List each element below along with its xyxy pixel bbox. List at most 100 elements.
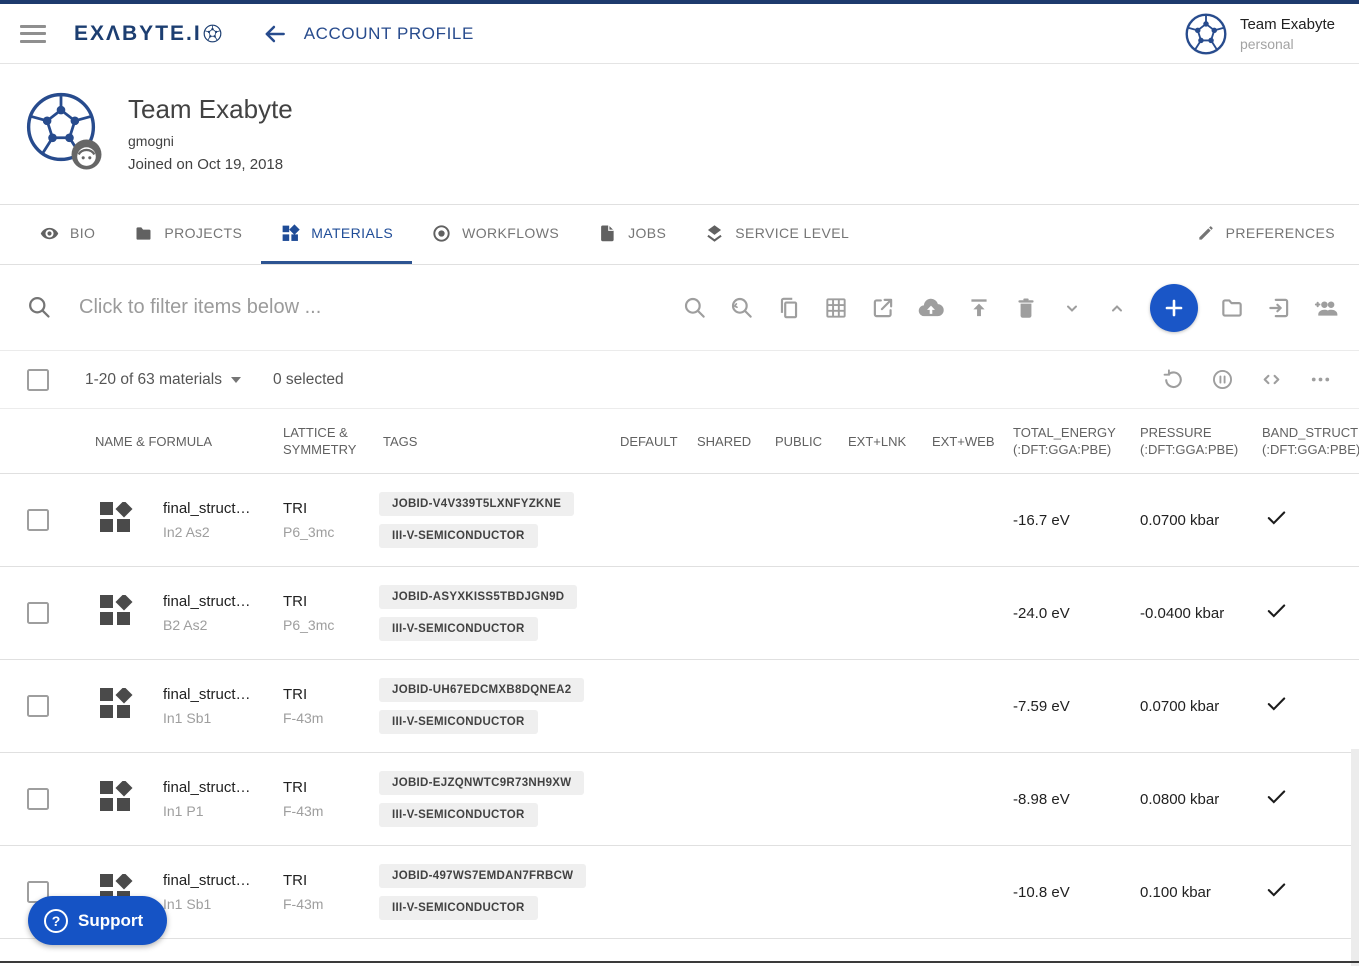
column-header-extlnk[interactable]: EXT+LNK: [846, 409, 930, 473]
pagination-dropdown[interactable]: 1-20 of 63 materials: [85, 371, 241, 389]
default-cell: [616, 660, 694, 752]
column-header-select[interactable]: [0, 409, 66, 473]
selection-bar: 1-20 of 63 materials 0 selected: [0, 351, 1359, 409]
add-button[interactable]: [1150, 283, 1198, 332]
column-header-shared[interactable]: SHARED: [694, 409, 772, 473]
copy-icon[interactable]: [776, 295, 802, 321]
material-icon-cell: [66, 660, 136, 752]
code-icon[interactable]: [1259, 367, 1284, 392]
lattice-type: TRI: [283, 779, 308, 796]
band-structure-cell: [1259, 567, 1359, 659]
tab-materials[interactable]: MATERIALS: [261, 205, 413, 264]
row-checkbox[interactable]: [27, 788, 49, 810]
logo-text: EXΛBYTE.I: [74, 21, 202, 45]
exabyte-logo[interactable]: EXΛBYTE.I: [74, 22, 222, 46]
column-header-energy[interactable]: TOTAL_ENERGY (:DFT:GGA:PBE): [1010, 409, 1137, 473]
lattice-cell: TRI P6_3mc: [283, 474, 379, 566]
table-row[interactable]: final_struct… In2 As2 TRI P6_3mc JOBID-V4V33…: [0, 474, 1359, 567]
column-header-name[interactable]: NAME & FORMULA: [66, 409, 283, 473]
upload-icon[interactable]: [966, 295, 992, 321]
search-icon[interactable]: [682, 295, 708, 321]
band-structure-cell: [1259, 753, 1359, 845]
soccer-ball-icon: [203, 24, 222, 43]
material-name[interactable]: final_struct…: [163, 593, 283, 610]
back-arrow-icon[interactable]: [262, 21, 288, 47]
checkmark-icon: [1265, 506, 1359, 534]
public-cell: [772, 567, 846, 659]
tab-projects[interactable]: PROJECTS: [114, 205, 261, 264]
material-name[interactable]: final_struct…: [163, 686, 283, 703]
total-energy-value: -16.7 eV: [1013, 511, 1070, 529]
pause-icon[interactable]: [1210, 367, 1235, 392]
lattice-type: TRI: [283, 872, 308, 889]
user-face-badge-icon: [71, 139, 102, 170]
filter-input[interactable]: Click to filter items below ...: [79, 296, 321, 319]
column-header-band[interactable]: BAND_STRUCTURE(:DFT:GGA:PBE): [1259, 409, 1359, 473]
vertical-scrollbar[interactable]: [1351, 749, 1359, 966]
import-icon[interactable]: [1266, 295, 1292, 321]
cloud-upload-icon[interactable]: [917, 294, 945, 322]
material-name[interactable]: final_struct…: [163, 779, 283, 796]
selected-count: 0 selected: [273, 370, 344, 388]
row-checkbox[interactable]: [27, 602, 49, 624]
default-cell: [616, 753, 694, 845]
select-all-checkbox[interactable]: [27, 368, 49, 391]
search-again-icon[interactable]: [729, 295, 755, 321]
grid-icon[interactable]: [823, 295, 849, 321]
profile-tabs: BIO PROJECTS MATERIALS WORKFLOWS JOBS SE…: [0, 205, 1359, 265]
material-formula: In1 Sb1: [163, 896, 212, 912]
column-header-public[interactable]: PUBLIC: [772, 409, 846, 473]
column-header-lattice[interactable]: LATTICE & SYMMETRY: [283, 409, 379, 473]
tab-workflows[interactable]: WORKFLOWS: [412, 205, 578, 264]
support-button[interactable]: ? Support: [28, 896, 168, 945]
tab-service-level[interactable]: SERVICE LEVEL: [685, 205, 868, 264]
energy-cell: -24.0 eV: [1010, 567, 1137, 659]
tab-bio[interactable]: BIO: [20, 205, 114, 264]
band-structure-cell: [1259, 474, 1359, 566]
tags-cell: JOBID-497WS7EMDAN7FRBCW III-V-SEMICONDUCT…: [379, 846, 616, 938]
add-group-icon[interactable]: [1313, 294, 1341, 322]
pressure-value: 0.0700 kbar: [1140, 697, 1220, 715]
column-header-tags[interactable]: TAGS: [379, 409, 616, 473]
tab-jobs[interactable]: JOBS: [578, 205, 685, 264]
tag-chip: JOBID-EJZQNWTC9R73NH9XW: [379, 771, 585, 795]
delete-icon[interactable]: [1013, 295, 1039, 321]
chevron-down-icon[interactable]: [1060, 296, 1084, 320]
tag-chip: III-V-SEMICONDUCTOR: [379, 896, 538, 920]
open-in-new-icon[interactable]: [870, 295, 896, 321]
target-icon: [433, 224, 450, 242]
default-cell: [616, 474, 694, 566]
table-header-row: NAME & FORMULA LATTICE & SYMMETRY TAGS DEFAU…: [0, 409, 1359, 474]
material-icon: [100, 686, 136, 724]
refresh-icon[interactable]: [1161, 367, 1186, 392]
default-cell: [616, 846, 694, 938]
table-row[interactable]: final_struct… B2 As2 TRI P6_3mc JOBID-ASYXKI…: [0, 567, 1359, 660]
folder-icon[interactable]: [1219, 295, 1245, 321]
row-checkbox[interactable]: [27, 695, 49, 717]
more-icon[interactable]: [1308, 367, 1333, 392]
shared-cell: [694, 753, 772, 845]
table-row[interactable]: final_struct… In1 Sb1 TRI F-43m JOBID-UH67ED…: [0, 660, 1359, 753]
column-header-pressure[interactable]: PRESSURE (:DFT:GGA:PBE): [1137, 409, 1259, 473]
total-energy-value: -8.98 eV: [1013, 790, 1070, 808]
shared-cell: [694, 474, 772, 566]
menu-icon[interactable]: [20, 24, 46, 43]
chevron-up-icon[interactable]: [1105, 296, 1129, 320]
tag-chip: JOBID-UH67EDCMXB8DQNEA2: [379, 678, 585, 702]
checkmark-icon: [1265, 599, 1359, 627]
tag-chip: JOBID-497WS7EMDAN7FRBCW: [379, 864, 587, 888]
symmetry-group: F-43m: [283, 803, 324, 819]
material-name[interactable]: final_struct…: [163, 500, 283, 517]
column-header-extweb[interactable]: EXT+WEB: [930, 409, 1010, 473]
tab-preferences[interactable]: PREFERENCES: [1177, 205, 1339, 264]
material-name[interactable]: final_struct…: [163, 872, 283, 889]
column-header-default[interactable]: DEFAULT: [616, 409, 694, 473]
material-formula: In2 As2: [163, 524, 210, 540]
table-row[interactable]: final_struct… In1 P1 TRI F-43m JOBID-EJZQNWT…: [0, 753, 1359, 846]
row-checkbox[interactable]: [27, 509, 49, 531]
name-cell: final_struct… B2 As2: [136, 567, 283, 659]
table-row[interactable]: final_struct… In1 Sb1 TRI F-43m JOBID-497WS7…: [0, 846, 1359, 939]
user-avatar[interactable]: [1184, 12, 1228, 56]
profile-name: Team Exabyte: [128, 94, 293, 124]
page-title: ACCOUNT PROFILE: [303, 23, 474, 43]
